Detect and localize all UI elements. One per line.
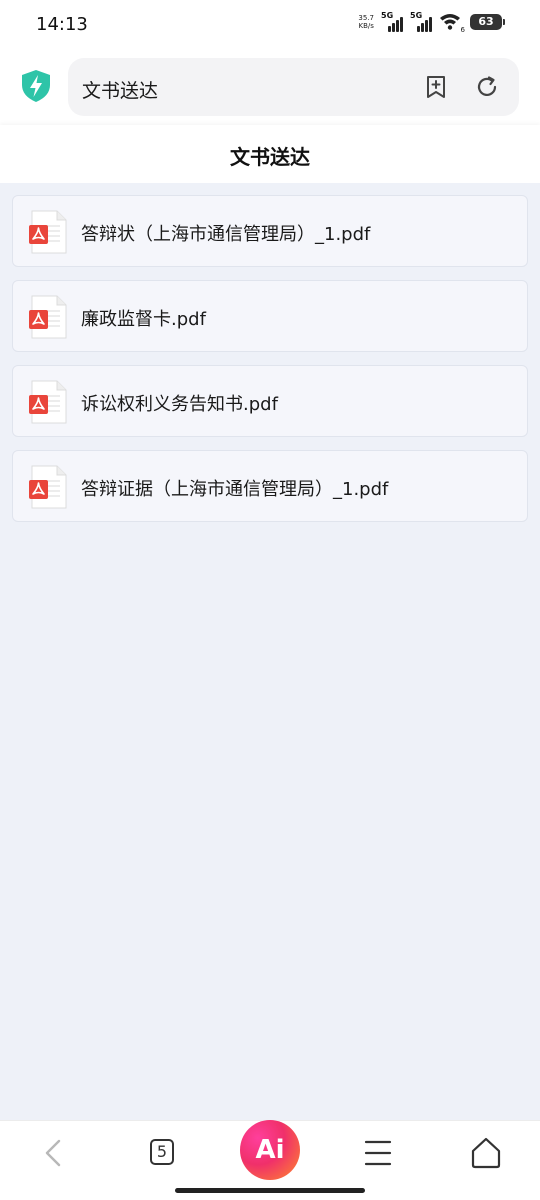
chevron-left-icon[interactable] <box>34 1133 74 1173</box>
pdf-file-icon <box>29 210 67 254</box>
bottom-nav: 5 Ai <box>0 1120 540 1200</box>
signal-label-2: 5G <box>410 11 423 20</box>
signal-label: 5G <box>381 11 394 20</box>
list-item[interactable]: 答辩证据（上海市通信管理局）_1.pdf <box>12 450 528 522</box>
page-header: 文书送达 <box>0 125 540 183</box>
file-name[interactable]: 答辩证据（上海市通信管理局）_1.pdf <box>81 475 388 501</box>
content-area: 答辩状（上海市通信管理局）_1.pdf 廉政监督卡.pdf 诉讼权利义务告知书.… <box>0 183 540 1120</box>
network-speed: 35.7 KB/s <box>358 14 374 30</box>
address-bar-row: 文书送达 <box>0 50 540 125</box>
file-name[interactable]: 诉讼权利义务告知书.pdf <box>81 390 278 416</box>
network-speed-unit: KB/s <box>358 22 374 30</box>
file-name[interactable]: 答辩状（上海市通信管理局）_1.pdf <box>81 220 370 246</box>
page-title: 文书送达 <box>230 145 310 169</box>
tabs-button[interactable]: 5 <box>142 1133 182 1173</box>
pdf-file-icon <box>29 465 67 509</box>
home-icon[interactable] <box>466 1133 506 1173</box>
wifi-label: 6 <box>460 26 465 34</box>
tab-count[interactable]: 5 <box>150 1139 174 1165</box>
file-name[interactable]: 廉政监督卡.pdf <box>81 305 206 331</box>
network-speed-value: 35.7 <box>358 14 374 22</box>
home-indicator[interactable] <box>175 1188 365 1193</box>
address-bar[interactable]: 文书送达 <box>68 58 519 116</box>
file-list: 答辩状（上海市通信管理局）_1.pdf 廉政监督卡.pdf 诉讼权利义务告知书.… <box>12 195 528 535</box>
browser-screen: 14:13 35.7 KB/s 5G 5G 6 63 文书送达 文书送达 答辩状… <box>0 0 540 1200</box>
hamburger-menu-icon[interactable] <box>358 1133 398 1173</box>
list-item[interactable]: 廉政监督卡.pdf <box>12 280 528 352</box>
list-item[interactable]: 答辩状（上海市通信管理局）_1.pdf <box>12 195 528 267</box>
pdf-file-icon <box>29 295 67 339</box>
status-icons: 35.7 KB/s 5G 5G 6 63 <box>358 11 505 34</box>
status-bar: 14:13 35.7 KB/s 5G 5G 6 63 <box>0 0 540 50</box>
ai-assistant-button[interactable]: Ai <box>240 1120 300 1180</box>
shield-bolt-icon[interactable] <box>20 69 52 103</box>
address-bar-text[interactable]: 文书送达 <box>82 76 158 103</box>
bookmark-add-icon[interactable] <box>423 74 449 100</box>
battery-icon: 63 <box>470 14 505 30</box>
signal-icon: 5G <box>381 11 405 32</box>
signal-icon-2: 5G <box>410 11 434 32</box>
status-time: 14:13 <box>36 14 88 35</box>
wifi-icon: 6 <box>439 12 465 34</box>
list-item[interactable]: 诉讼权利义务告知书.pdf <box>12 365 528 437</box>
pdf-file-icon <box>29 380 67 424</box>
reload-icon[interactable] <box>474 74 500 100</box>
